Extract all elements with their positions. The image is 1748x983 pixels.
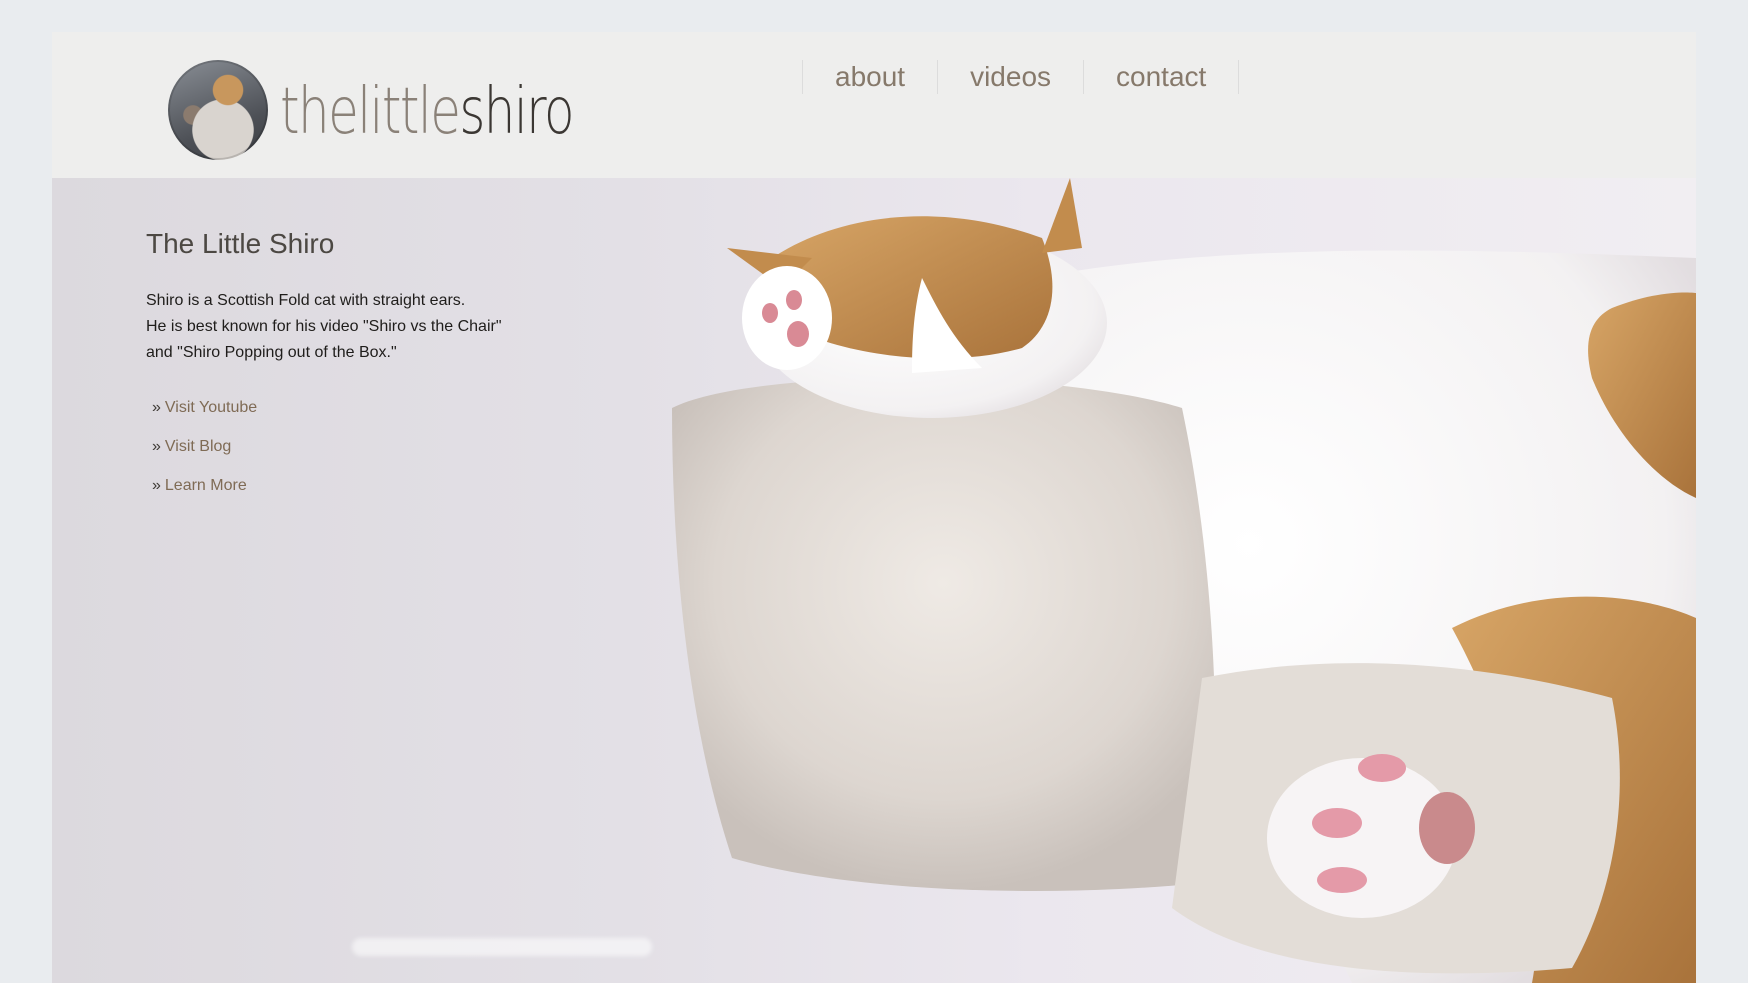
logo-text-dark: shiro (459, 75, 574, 149)
logo-text-light: thelittle (280, 75, 461, 149)
site-frame: thelittleshiro about videos contact The … (52, 32, 1696, 983)
description-line: Shiro is a Scottish Fold cat with straig… (146, 292, 466, 309)
slider-indicator[interactable] (352, 938, 652, 956)
learn-more-link[interactable]: » Learn More (152, 476, 257, 496)
hero-description: Shiro is a Scottish Fold cat with straig… (146, 288, 566, 366)
link-label: Learn More (164, 477, 247, 494)
site-logo[interactable]: thelittleshiro (280, 72, 575, 152)
nav-item-about[interactable]: about (803, 54, 937, 100)
nav-item-contact[interactable]: contact (1084, 54, 1238, 100)
cat-avatar-icon[interactable] (168, 60, 268, 160)
link-label: Visit Blog (164, 438, 232, 455)
link-arrow-icon: » (152, 399, 161, 416)
site-header: thelittleshiro about videos contact (52, 32, 1696, 178)
description-line: and "Shiro Popping out of the Box." (146, 344, 397, 361)
link-arrow-icon: » (152, 477, 161, 494)
hero-title: The Little Shiro (146, 228, 335, 259)
hero-banner: The Little Shiro Shiro is a Scottish Fol… (52, 178, 1696, 983)
nav-item-videos[interactable]: videos (938, 54, 1083, 100)
description-line: He is best known for his video "Shiro vs… (146, 318, 502, 335)
main-nav: about videos contact (802, 54, 1240, 100)
hero-links: » Visit Youtube » Visit Blog » Learn More (152, 398, 257, 515)
link-label: Visit Youtube (164, 399, 258, 416)
nav-divider (1238, 60, 1240, 94)
visit-youtube-link[interactable]: » Visit Youtube (152, 398, 257, 418)
link-arrow-icon: » (152, 438, 161, 455)
visit-blog-link[interactable]: » Visit Blog (152, 437, 257, 457)
